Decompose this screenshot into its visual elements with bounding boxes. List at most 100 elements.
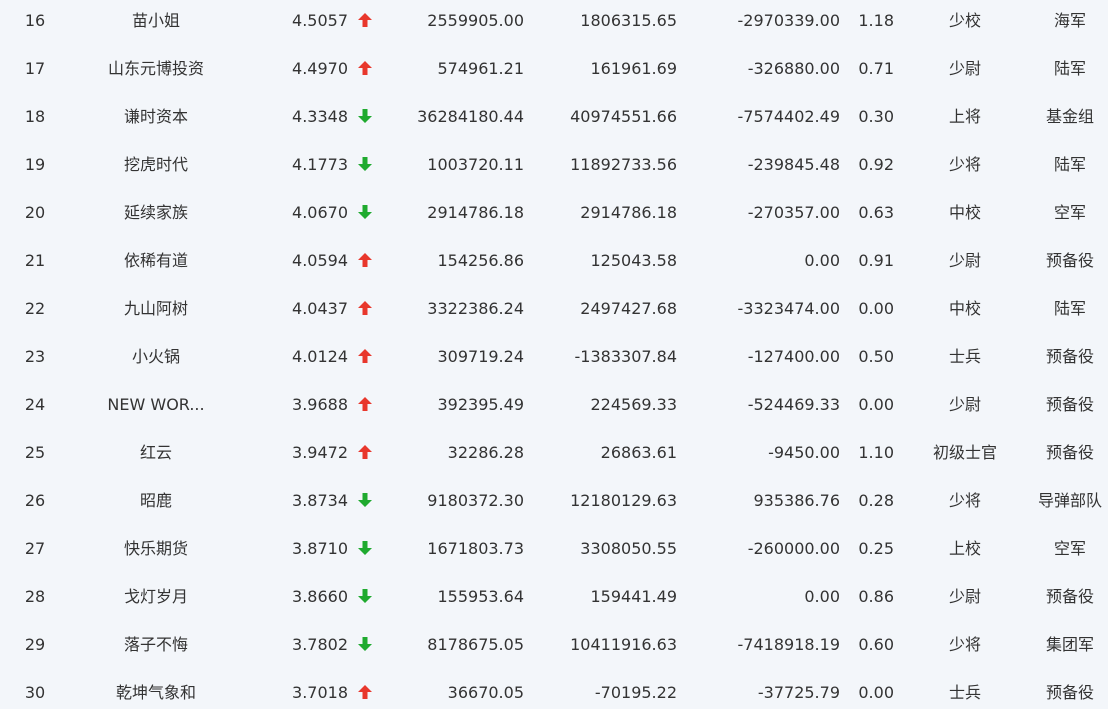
value-3-cell: 935386.76 <box>753 491 840 510</box>
unit-cell: 空军 <box>1053 203 1086 222</box>
table-row[interactable]: 25 红云 3.9472 32286.28 26863.61 -9450.00 1.10 初级… <box>0 429 1108 477</box>
unit-cell: 预备役 <box>1045 347 1094 366</box>
ratio-cell: 0.00 <box>858 395 894 414</box>
table-row[interactable]: 20 延续家族 4.0670 2914786.18 2914786.18 -270357.… <box>0 189 1108 237</box>
value-1-cell: 154256.86 <box>437 251 524 270</box>
up-arrow-icon <box>356 285 374 333</box>
up-arrow-icon <box>356 669 374 709</box>
value-2-cell: 12180129.63 <box>570 491 677 510</box>
table-row[interactable]: 27 快乐期货 3.8710 1671803.73 3308050.55 -260000.… <box>0 525 1108 573</box>
score-cell: 4.0594 <box>292 251 348 270</box>
table-row[interactable]: 17 山东元博投资 4.4970 574961.21 161961.69 -326880.… <box>0 45 1108 93</box>
rank-cell: 19 <box>24 155 46 174</box>
value-2-cell: 1806315.65 <box>580 11 677 30</box>
value-1-cell: 1003720.11 <box>427 155 524 174</box>
value-2-cell: 40974551.66 <box>570 107 677 126</box>
table-row[interactable]: 26 昭鹿 3.8734 9180372.30 12180129.63 935386.76… <box>0 477 1108 525</box>
table-row[interactable]: 22 九山阿树 4.0437 3322386.24 2497427.68 -3323474… <box>0 285 1108 333</box>
table-row[interactable]: 18 谦时资本 4.3348 36284180.44 40974551.66 -75744… <box>0 93 1108 141</box>
score-cell: 3.7018 <box>292 683 348 702</box>
score-cell: 3.8660 <box>292 587 348 606</box>
name-cell: 延续家族 <box>123 203 188 222</box>
ratio-cell: 0.92 <box>858 155 894 174</box>
down-arrow-icon <box>356 189 374 237</box>
up-arrow-icon <box>356 381 374 429</box>
unit-cell: 空军 <box>1053 539 1086 558</box>
down-arrow-icon <box>356 573 374 621</box>
score-cell: 4.0124 <box>292 347 348 366</box>
value-1-cell: 155953.64 <box>437 587 524 606</box>
value-1-cell: 36670.05 <box>447 683 524 702</box>
value-2-cell: 2914786.18 <box>580 203 677 222</box>
level-cell: 上校 <box>948 539 981 558</box>
table-row[interactable]: 29 落子不悔 3.7802 8178675.05 10411916.63 -741891… <box>0 621 1108 669</box>
value-3-cell: -7574402.49 <box>737 107 840 126</box>
value-2-cell: 2497427.68 <box>580 299 677 318</box>
score-cell: 4.5057 <box>292 11 348 30</box>
rank-cell: 18 <box>24 107 46 126</box>
name-cell: NEW WOR... <box>107 395 205 414</box>
name-cell: 九山阿树 <box>123 299 188 318</box>
rank-cell: 17 <box>24 59 46 78</box>
value-1-cell: 8178675.05 <box>427 635 524 654</box>
ranking-table: 16 苗小姐 4.5057 2559905.00 1806315.65 -2970339.… <box>0 0 1108 709</box>
table-row[interactable]: 28 戈灯岁月 3.8660 155953.64 159441.49 0.00 0.86 少尉… <box>0 573 1108 621</box>
rank-cell: 24 <box>24 395 46 414</box>
rank-cell: 27 <box>24 539 46 558</box>
value-1-cell: 574961.21 <box>437 59 524 78</box>
level-cell: 少尉 <box>948 251 981 270</box>
level-cell: 初级士官 <box>932 443 997 462</box>
table-row[interactable]: 24 NEW WOR... 3.9688 392395.49 224569.33 -524… <box>0 381 1108 429</box>
down-arrow-icon <box>356 621 374 669</box>
value-2-cell: 10411916.63 <box>570 635 677 654</box>
name-cell: 红云 <box>139 443 172 462</box>
unit-cell: 集团军 <box>1045 635 1094 654</box>
level-cell: 少将 <box>948 635 981 654</box>
value-3-cell: -7418918.19 <box>737 635 840 654</box>
down-arrow-icon <box>356 93 374 141</box>
unit-cell: 预备役 <box>1045 395 1094 414</box>
score-cell: 4.3348 <box>292 107 348 126</box>
rank-cell: 25 <box>24 443 46 462</box>
rank-cell: 21 <box>24 251 46 270</box>
value-3-cell: -37725.79 <box>757 683 840 702</box>
level-cell: 中校 <box>948 299 981 318</box>
value-1-cell: 3322386.24 <box>427 299 524 318</box>
value-1-cell: 1671803.73 <box>427 539 524 558</box>
rank-cell: 29 <box>24 635 46 654</box>
ratio-cell: 0.63 <box>858 203 894 222</box>
value-1-cell: 309719.24 <box>437 347 524 366</box>
table-row[interactable]: 23 小火锅 4.0124 309719.24 -1383307.84 -127400.0… <box>0 333 1108 381</box>
level-cell: 上将 <box>948 107 981 126</box>
table-row[interactable]: 21 依稀有道 4.0594 154256.86 125043.58 0.00 0.91 少尉… <box>0 237 1108 285</box>
level-cell: 少尉 <box>948 395 981 414</box>
value-3-cell: -524469.33 <box>747 395 840 414</box>
value-1-cell: 32286.28 <box>447 443 524 462</box>
value-3-cell: -239845.48 <box>747 155 840 174</box>
table-row[interactable]: 30 乾坤气象和 3.7018 36670.05 -70195.22 -37725.79 0… <box>0 669 1108 709</box>
unit-cell: 基金组 <box>1045 107 1094 126</box>
level-cell: 士兵 <box>948 683 981 702</box>
down-arrow-icon <box>356 141 374 189</box>
value-3-cell: 0.00 <box>804 587 840 606</box>
table-row[interactable]: 19 挖虎时代 4.1773 1003720.11 11892733.56 -239845… <box>0 141 1108 189</box>
value-2-cell: 3308050.55 <box>580 539 677 558</box>
name-cell: 小火锅 <box>131 347 180 366</box>
unit-cell: 陆军 <box>1053 59 1086 78</box>
value-2-cell: 11892733.56 <box>570 155 677 174</box>
score-cell: 3.8734 <box>292 491 348 510</box>
ratio-cell: 1.18 <box>858 11 894 30</box>
level-cell: 少尉 <box>948 59 981 78</box>
value-2-cell: 125043.58 <box>590 251 677 270</box>
score-cell: 3.7802 <box>292 635 348 654</box>
rank-cell: 26 <box>24 491 46 510</box>
name-cell: 快乐期货 <box>123 539 188 558</box>
value-3-cell: -270357.00 <box>747 203 840 222</box>
level-cell: 少校 <box>948 11 981 30</box>
value-1-cell: 9180372.30 <box>427 491 524 510</box>
ratio-cell: 0.50 <box>858 347 894 366</box>
value-3-cell: -260000.00 <box>747 539 840 558</box>
up-arrow-icon <box>356 237 374 285</box>
table-row[interactable]: 16 苗小姐 4.5057 2559905.00 1806315.65 -2970339.… <box>0 0 1108 45</box>
ratio-cell: 0.28 <box>858 491 894 510</box>
